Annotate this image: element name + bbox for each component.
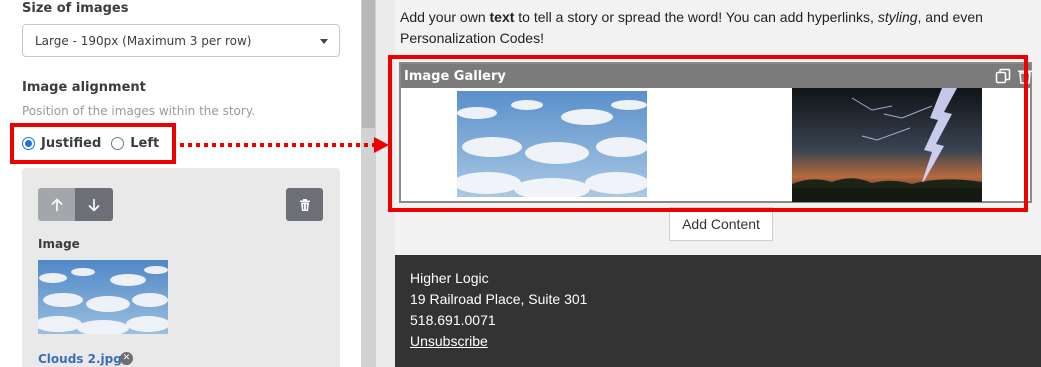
settings-scrollbar-thumb[interactable] xyxy=(362,0,375,128)
story-text[interactable]: Add your own text to tell a story or spr… xyxy=(400,7,1030,49)
remove-icon[interactable]: ✕ xyxy=(120,352,133,365)
add-content-button[interactable]: Add Content xyxy=(669,207,773,241)
settings-panel: Size of images Large - 190px (Maximum 3 … xyxy=(0,0,361,367)
image-size-select[interactable]: Large - 190px (Maximum 3 per row) xyxy=(22,24,340,57)
highlight-box-gallery xyxy=(388,55,1028,212)
story-text-part2: to tell a story or spread the word! You … xyxy=(514,9,878,25)
footer-address: 19 Railroad Place, Suite 301 xyxy=(410,291,588,307)
image-alignment-help: Position of the images within the story. xyxy=(22,104,256,118)
email-footer: Higher Logic 19 Railroad Place, Suite 30… xyxy=(395,255,1041,367)
image-thumbnail xyxy=(38,260,168,334)
footer-org: Higher Logic xyxy=(410,270,489,286)
image-alignment-label: Image alignment xyxy=(22,80,146,95)
story-text-part1: Add your own xyxy=(400,9,490,25)
move-up-button[interactable] xyxy=(38,188,75,221)
trash-icon xyxy=(299,198,310,211)
unsubscribe-link[interactable]: Unsubscribe xyxy=(410,333,488,349)
delete-image-button[interactable] xyxy=(286,188,323,221)
arrow-up-icon xyxy=(51,198,62,211)
size-of-images-label: Size of images xyxy=(22,1,129,16)
footer-phone: 518.691.0071 xyxy=(410,312,496,328)
settings-scrollbar[interactable] xyxy=(361,0,376,367)
move-down-button[interactable] xyxy=(75,188,113,221)
story-text-italic: styling xyxy=(877,9,918,25)
image-size-value: Large - 190px (Maximum 3 per row) xyxy=(35,34,252,48)
image-label: Image xyxy=(38,237,80,251)
chevron-down-icon xyxy=(320,39,328,44)
image-file-link[interactable]: Clouds 2.jpg xyxy=(38,352,122,366)
image-item-card: Image Clouds 2.jpg ✕ xyxy=(22,168,340,367)
arrow-down-icon xyxy=(88,198,100,211)
story-text-bold: text xyxy=(489,9,515,25)
highlight-box-alignment xyxy=(10,123,176,164)
dotted-arrow-icon xyxy=(180,137,389,153)
